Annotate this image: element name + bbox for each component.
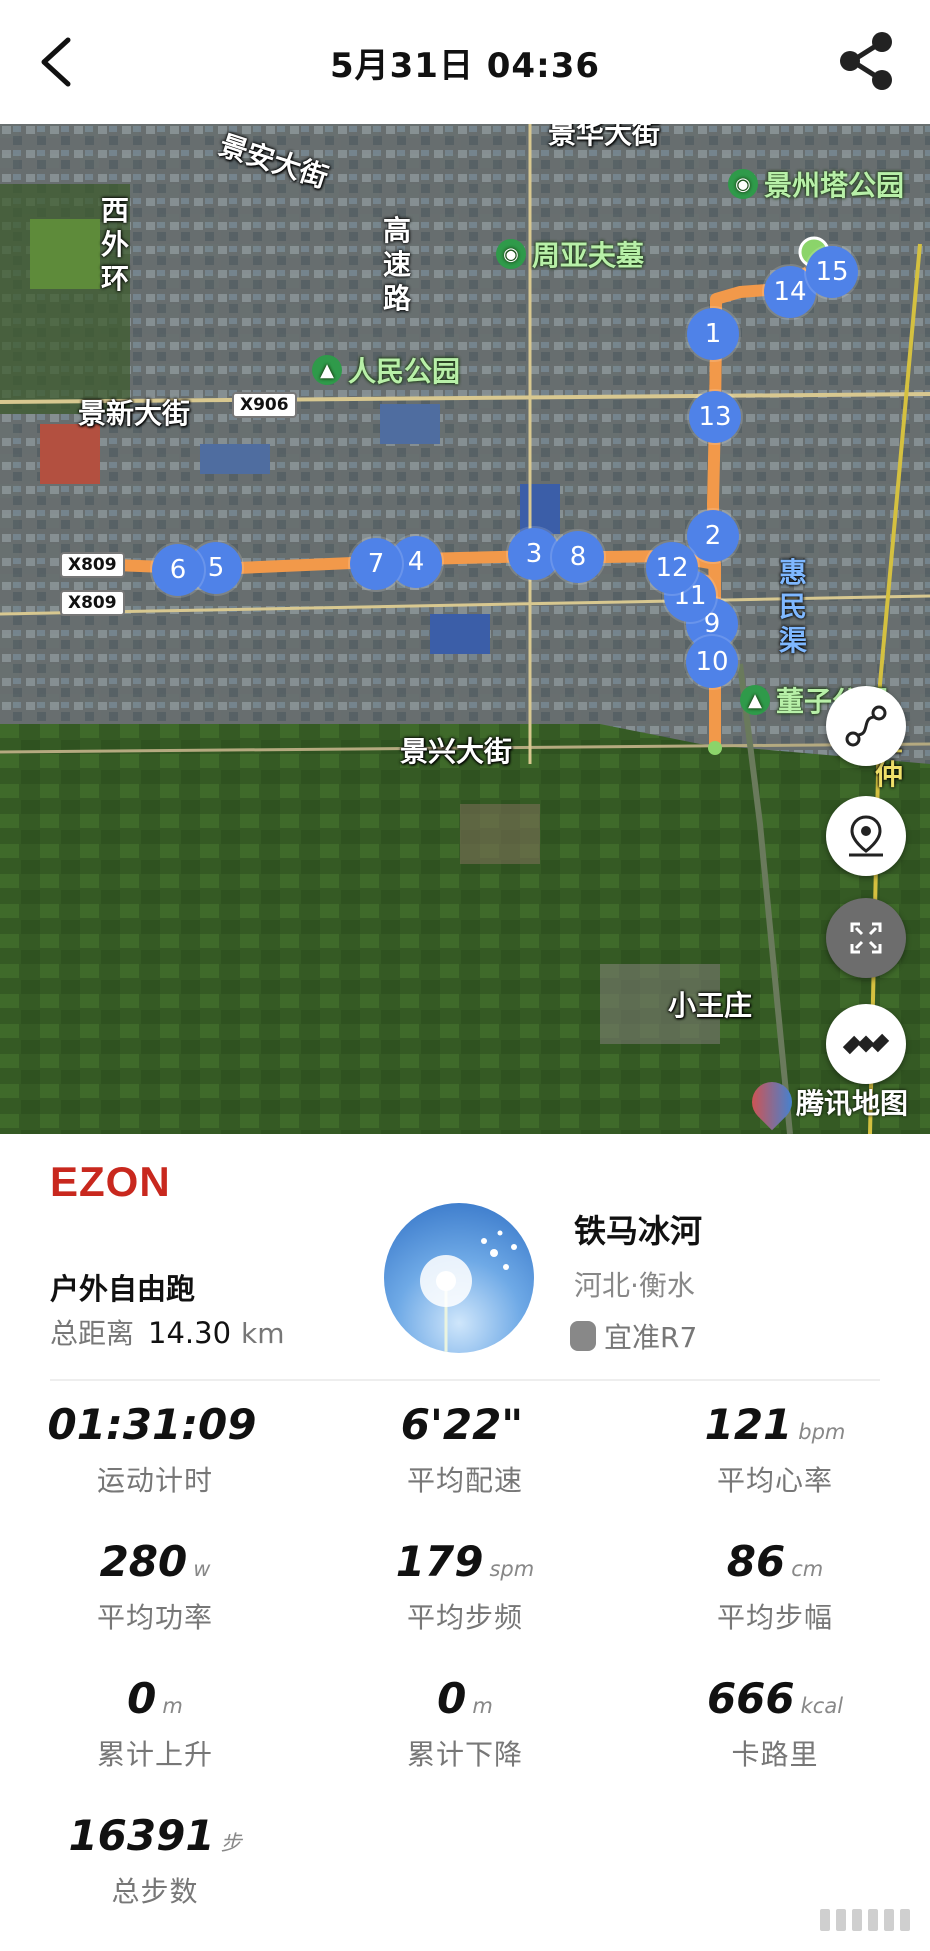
watch-icon: [570, 1321, 596, 1351]
satellite-icon: [842, 1033, 890, 1055]
km-marker[interactable]: 15: [806, 246, 858, 298]
watermark: [820, 1909, 910, 1931]
stat-total-steps: 16391 步总步数: [68, 1811, 242, 1908]
satellite-layer-button[interactable]: [826, 1004, 906, 1084]
stat-avg-pace: 6'22" 平均配速: [400, 1400, 524, 1497]
brand-logo: EZON: [50, 1158, 171, 1205]
km-marker[interactable]: 12: [646, 542, 698, 594]
stat-avg-stride: 86 cm 平均步幅: [716, 1537, 833, 1634]
tree-icon: ▲: [312, 355, 342, 385]
road-badge: X906: [232, 392, 297, 418]
stat-total-descent: 0 m 累计下降: [406, 1674, 523, 1771]
stat-calories: 666 kcal 卡路里: [706, 1674, 844, 1771]
poi-label[interactable]: ▲ 人民公园: [312, 350, 460, 390]
fullscreen-icon: [850, 922, 882, 954]
stat-avg-cadence: 179 spm 平均步频: [395, 1537, 535, 1634]
map-logo-icon: [743, 1073, 801, 1131]
km-marker[interactable]: 1: [687, 308, 739, 360]
avatar[interactable]: [384, 1203, 534, 1353]
km-marker[interactable]: 8: [552, 531, 604, 583]
total-distance: 总距离 14.30 km: [50, 1316, 285, 1350]
page-title: 5月31日 04:36: [329, 46, 601, 86]
divider: [50, 1379, 880, 1381]
user-location: 河北·衡水: [574, 1269, 695, 1302]
tree-icon: ▲: [740, 685, 770, 715]
route-playback-button[interactable]: [826, 686, 906, 766]
place-label: 惠民渠: [778, 556, 807, 657]
km-marker[interactable]: 13: [689, 391, 741, 443]
route-map[interactable]: 景安大街 景华大街 景新大街 景兴大街 西外环 高速路 X906 X809 X8…: [0, 124, 930, 1134]
user-name: 铁马冰河: [574, 1212, 703, 1250]
km-marker[interactable]: 2: [687, 510, 739, 562]
camera-icon: ◉: [728, 169, 758, 199]
road-label: 景华大街: [548, 124, 661, 150]
km-marker[interactable]: 7: [350, 538, 402, 590]
poi-label[interactable]: ◉ 周亚夫墓: [496, 234, 644, 274]
sport-type: 户外自由跑: [50, 1272, 196, 1306]
poi-label[interactable]: ◉ 景州塔公园: [728, 164, 904, 204]
place-label: 小王庄: [668, 989, 753, 1022]
device-name: 宜准R7: [604, 1321, 698, 1354]
route-icon: [845, 705, 887, 747]
road-label: 高速路: [382, 214, 411, 315]
location-button[interactable]: [826, 796, 906, 876]
location-pin-icon: [849, 815, 883, 857]
road-badge: X809: [60, 590, 125, 616]
camera-icon: ◉: [496, 239, 526, 269]
share-icon: [840, 32, 892, 90]
device-info: 宜准R7: [570, 1316, 697, 1356]
stat-duration: 01:31:09 运动计时: [47, 1400, 257, 1497]
road-label: 西外环: [100, 194, 129, 295]
share-button[interactable]: [834, 28, 900, 94]
fullscreen-button[interactable]: [826, 898, 906, 978]
top-bar: 5月31日 04:36: [0, 0, 930, 124]
road-badge: X809: [60, 552, 125, 578]
km-marker[interactable]: 6: [152, 544, 204, 596]
stat-avg-heart-rate: 121 bpm 平均心率: [704, 1400, 846, 1497]
map-provider-logo: 腾讯地图: [743, 1073, 908, 1131]
km-marker[interactable]: 10: [686, 636, 738, 688]
dandelion-image: [420, 1230, 517, 1353]
road-label: 景新大街: [78, 397, 191, 430]
road-label: 景兴大街: [400, 735, 513, 768]
stat-avg-power: 280 w 平均功率: [96, 1537, 213, 1634]
stat-total-ascent: 0 m 累计上升: [96, 1674, 213, 1771]
